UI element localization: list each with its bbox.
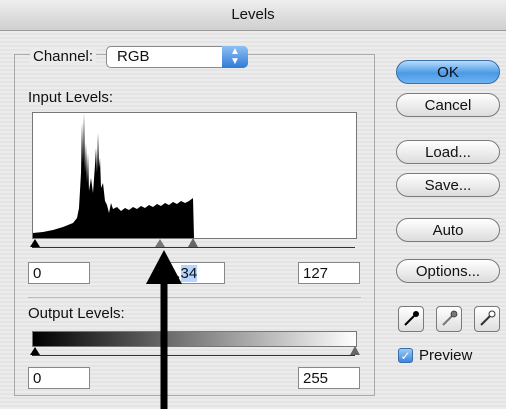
histogram-shape	[33, 113, 194, 238]
options-button[interactable]: Options...	[396, 259, 500, 283]
input-midtone-selected: 34	[180, 265, 198, 282]
black-eyedropper-graphic	[404, 311, 419, 326]
window-title-bar: Levels	[0, 0, 506, 31]
input-midtone-slider[interactable]	[155, 239, 165, 247]
channel-label: Channel:	[30, 48, 97, 65]
output-levels-label: Output Levels:	[28, 305, 125, 322]
gray-eyedropper-graphic	[442, 310, 458, 326]
ok-button[interactable]: OK	[396, 60, 500, 84]
preview-checkbox[interactable]: ✓	[398, 348, 413, 363]
input-slider-track[interactable]	[32, 247, 355, 248]
white-eyedropper-icon[interactable]	[474, 306, 500, 332]
input-black-value: 0	[33, 265, 42, 282]
window-title: Levels	[231, 6, 275, 23]
cancel-button[interactable]: Cancel	[396, 93, 500, 117]
input-levels-label: Input Levels:	[28, 89, 114, 106]
channel-select-value: RGB	[117, 48, 150, 65]
histogram-graph	[33, 113, 194, 238]
output-gradient-bar	[32, 331, 357, 347]
black-eyedropper-icon[interactable]	[398, 306, 424, 332]
output-black-point-slider[interactable]	[30, 347, 40, 355]
output-white-field[interactable]: 255	[298, 367, 360, 389]
input-white-field[interactable]: 127	[298, 262, 360, 284]
separator	[28, 297, 361, 298]
preview-label: Preview	[419, 347, 473, 364]
auto-button[interactable]: Auto	[396, 218, 500, 242]
load-button[interactable]: Load...	[396, 140, 500, 164]
save-button[interactable]: Save...	[396, 173, 500, 197]
input-white-value: 127	[303, 265, 329, 282]
select-stepper-icon: ▲ ▼	[222, 46, 248, 68]
input-black-point-slider[interactable]	[30, 239, 40, 247]
output-white-value: 255	[303, 370, 329, 387]
gray-eyedropper-icon[interactable]	[436, 306, 462, 332]
output-white-point-slider[interactable]	[350, 346, 360, 355]
histogram	[32, 112, 357, 239]
input-midtone-field[interactable]: 1.34	[163, 262, 225, 284]
channel-select[interactable]: RGB ▲ ▼	[106, 46, 248, 68]
input-black-field[interactable]: 0	[28, 262, 90, 284]
input-midtone-prefix: 1.	[168, 265, 181, 282]
white-eyedropper-graphic	[480, 310, 496, 326]
input-white-point-slider[interactable]	[188, 238, 198, 247]
output-black-field[interactable]: 0	[28, 367, 90, 389]
output-slider-track[interactable]	[32, 355, 355, 356]
output-black-value: 0	[33, 370, 42, 387]
